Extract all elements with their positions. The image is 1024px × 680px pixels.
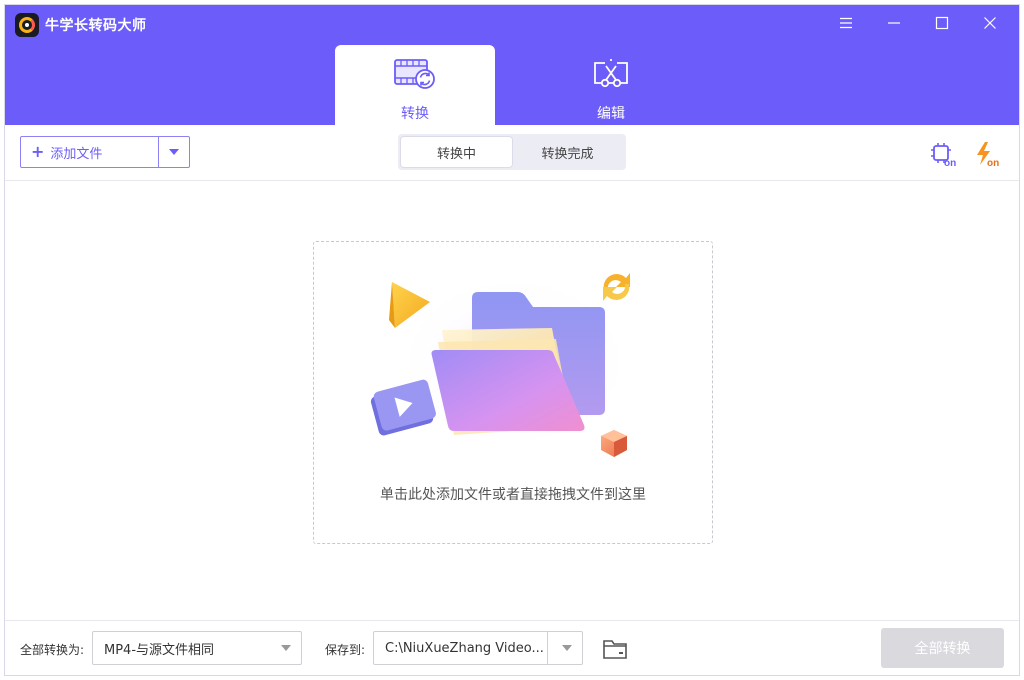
tab-edit-label: 编辑: [597, 106, 625, 122]
add-file-button[interactable]: + 添加文件: [21, 137, 158, 167]
save-to-label: 保存到:: [325, 643, 366, 657]
close-icon[interactable]: [977, 11, 1003, 35]
chevron-down-icon: [562, 645, 572, 651]
app-window: 牛学长转码大师 转换 编辑 + 添加文件 转换中 转换完成 on on 单击此处…: [4, 4, 1020, 676]
menu-icon[interactable]: [833, 11, 859, 35]
file-drop-zone[interactable]: 单击此处添加文件或者直接拖拽文件到这里: [313, 241, 713, 544]
save-path-select[interactable]: C:\NiuXueZhang Video...: [373, 631, 583, 665]
maximize-icon[interactable]: [929, 11, 955, 35]
app-title: 牛学长转码大师: [45, 18, 147, 34]
tab-convert-label: 转换: [401, 106, 429, 122]
output-format-value: MP4-与源文件相同: [104, 642, 215, 658]
app-logo-icon: [15, 13, 39, 37]
convert-all-button[interactable]: 全部转换: [881, 628, 1004, 668]
convert-to-label: 全部转换为:: [20, 643, 85, 657]
folder-illustration: [370, 272, 634, 457]
segment-converting[interactable]: 转换中: [401, 137, 512, 167]
lightning-on-icon[interactable]: on: [973, 141, 1003, 169]
open-folder-icon[interactable]: [602, 638, 628, 660]
add-file-dropdown[interactable]: [159, 137, 189, 167]
chevron-down-icon: [169, 149, 179, 155]
chevron-down-icon: [281, 645, 291, 651]
scissors-frame-icon: [591, 57, 631, 95]
chip-on-icon[interactable]: on: [929, 141, 959, 169]
add-file-label: 添加文件: [50, 146, 103, 162]
save-path-value: C:\NiuXueZhang Video...: [385, 640, 544, 656]
header-bar: 牛学长转码大师 转换 编辑: [5, 5, 1019, 125]
minimize-icon[interactable]: [881, 11, 907, 35]
plus-icon: +: [31, 142, 45, 161]
film-convert-icon: [393, 57, 437, 95]
output-format-select[interactable]: MP4-与源文件相同: [92, 631, 302, 665]
svg-text:on: on: [944, 158, 956, 167]
add-file-button-group: + 添加文件: [20, 136, 190, 168]
drop-zone-hint: 单击此处添加文件或者直接拖拽文件到这里: [380, 487, 646, 503]
status-segmented-control: 转换中 转换完成: [398, 134, 626, 170]
tab-edit[interactable]: 编辑: [531, 45, 691, 125]
svg-text:on: on: [987, 158, 999, 167]
segment-converted[interactable]: 转换完成: [512, 137, 623, 167]
tab-convert[interactable]: 转换: [335, 45, 495, 125]
